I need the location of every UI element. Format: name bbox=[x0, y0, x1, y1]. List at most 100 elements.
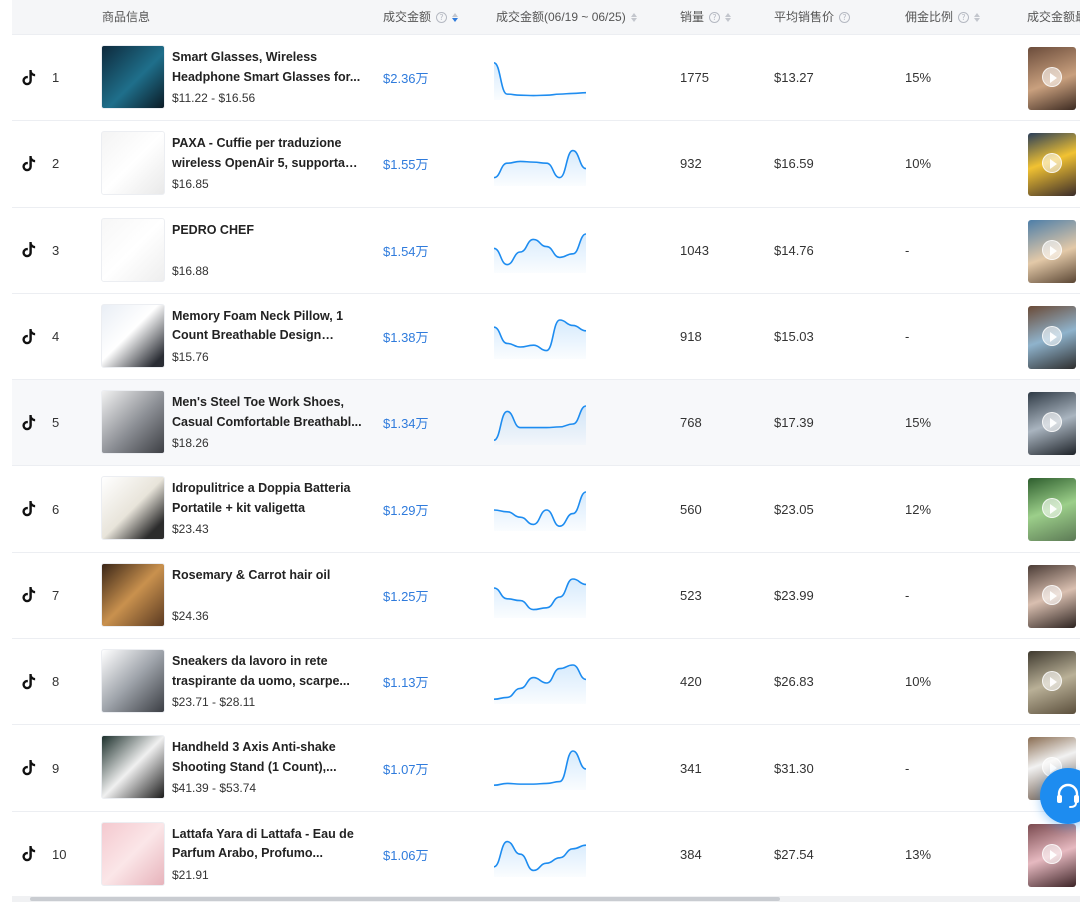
product-price-range: $16.88 bbox=[172, 263, 209, 278]
play-icon[interactable] bbox=[1042, 67, 1062, 87]
table-row[interactable]: 3 PEDRO CHEF $16.88 $1.54万 1043 $14.76 - bbox=[12, 207, 1080, 294]
sales-count: 384 bbox=[680, 846, 702, 862]
table-row[interactable]: 2 PAXA - Cuffie per traduzione wireless … bbox=[12, 121, 1080, 208]
avg-price: $16.59 bbox=[774, 156, 814, 172]
product-thumbnail[interactable] bbox=[101, 735, 165, 800]
header-top-video: 成交金额最 bbox=[1027, 10, 1080, 24]
product-thumbnail[interactable] bbox=[101, 649, 165, 714]
play-icon[interactable] bbox=[1042, 412, 1062, 433]
rank-number: 4 bbox=[52, 329, 60, 345]
trend-sparkline bbox=[494, 577, 586, 618]
header-avg-price: 平均销售价 ? bbox=[774, 0, 851, 35]
top-video-thumbnail[interactable] bbox=[1028, 133, 1076, 197]
top-video-thumbnail[interactable] bbox=[1028, 47, 1076, 110]
product-title[interactable]: Memory Foam Neck Pillow, 1 Count Breatha… bbox=[172, 307, 362, 346]
sales-amount: $1.13万 bbox=[383, 675, 429, 691]
play-icon[interactable] bbox=[1042, 153, 1062, 174]
sort-icon[interactable] bbox=[725, 13, 732, 22]
sales-count: 523 bbox=[680, 587, 702, 603]
horizontal-scrollbar[interactable] bbox=[12, 896, 1080, 902]
sales-amount: $1.29万 bbox=[383, 502, 429, 518]
product-thumbnail[interactable] bbox=[101, 476, 165, 541]
trend-sparkline bbox=[494, 232, 586, 273]
avg-price: $13.27 bbox=[774, 70, 814, 86]
product-price-range: $23.43 bbox=[172, 522, 209, 537]
play-icon[interactable] bbox=[1042, 843, 1062, 864]
top-video-thumbnail[interactable] bbox=[1028, 392, 1076, 456]
product-price-range: $11.22 - $16.56 bbox=[172, 91, 256, 105]
product-title[interactable]: Smart Glasses, Wireless Headphone Smart … bbox=[172, 48, 362, 87]
commission-rate: - bbox=[905, 329, 910, 345]
avg-price: $26.83 bbox=[774, 674, 814, 690]
table-row[interactable]: 1 Smart Glasses, Wireless Headphone Smar… bbox=[12, 35, 1080, 122]
customer-service-icon bbox=[1057, 783, 1079, 808]
table-row[interactable]: 8 Sneakers da lavoro in rete traspirante… bbox=[12, 639, 1080, 726]
sort-icon[interactable] bbox=[974, 13, 981, 22]
table-row[interactable]: 10 Lattafa Yara di Lattafa - Eau de Parf… bbox=[12, 811, 1080, 898]
table-row[interactable]: 5 Men's Steel Toe Work Shoes, Casual Com… bbox=[12, 380, 1080, 467]
top-video-thumbnail[interactable] bbox=[1028, 651, 1076, 715]
header-sales[interactable]: 销量 ? bbox=[680, 0, 732, 35]
tiktok-icon bbox=[22, 208, 36, 293]
top-video-thumbnail[interactable] bbox=[1028, 219, 1076, 283]
play-icon[interactable] bbox=[1042, 239, 1062, 260]
product-title[interactable]: Sneakers da lavoro in rete traspirante d… bbox=[172, 652, 362, 691]
table-header: 商品信息 成交金额 ? 成交金额(06/19 ~ 06/25) 销量 ? 平均销… bbox=[12, 0, 1080, 35]
product-thumbnail[interactable] bbox=[101, 217, 165, 282]
product-thumbnail[interactable] bbox=[101, 821, 165, 886]
sales-count: 341 bbox=[680, 760, 702, 776]
play-icon[interactable] bbox=[1042, 584, 1062, 605]
product-thumbnail[interactable] bbox=[101, 390, 165, 455]
top-video-thumbnail[interactable] bbox=[1028, 305, 1076, 369]
scrollbar-thumb[interactable] bbox=[30, 897, 780, 901]
trend-sparkline bbox=[494, 405, 586, 446]
rank-number: 2 bbox=[52, 156, 60, 172]
play-icon[interactable] bbox=[1042, 671, 1062, 692]
sales-amount: $1.34万 bbox=[383, 416, 429, 432]
product-info: PAXA - Cuffie per traduzione wireless Op… bbox=[172, 134, 362, 192]
product-thumbnail[interactable] bbox=[101, 303, 165, 368]
product-thumbnail[interactable] bbox=[101, 562, 165, 627]
sort-icon[interactable] bbox=[630, 13, 637, 22]
sales-amount: $1.06万 bbox=[383, 847, 429, 863]
tiktok-icon bbox=[22, 812, 36, 897]
product-price-range: $15.76 bbox=[172, 349, 209, 364]
product-title[interactable]: Rosemary & Carrot hair oil bbox=[172, 566, 362, 605]
header-trend[interactable]: 成交金额(06/19 ~ 06/25) bbox=[496, 0, 637, 35]
top-video-thumbnail[interactable] bbox=[1028, 478, 1076, 542]
question-circle-icon[interactable]: ? bbox=[839, 12, 851, 23]
product-title[interactable]: Lattafa Yara di Lattafa - Eau de Parfum … bbox=[172, 825, 362, 864]
play-icon[interactable] bbox=[1042, 325, 1062, 346]
sales-count: 420 bbox=[680, 674, 702, 690]
product-title[interactable]: Handheld 3 Axis Anti-shake Shooting Stan… bbox=[172, 738, 362, 777]
avg-price: $31.30 bbox=[774, 760, 814, 776]
tiktok-icon bbox=[22, 639, 36, 724]
header-amount[interactable]: 成交金额 ? bbox=[383, 0, 459, 35]
product-title[interactable]: PAXA - Cuffie per traduzione wireless Op… bbox=[172, 134, 362, 173]
table-row[interactable]: 9 Handheld 3 Axis Anti-shake Shooting St… bbox=[12, 725, 1080, 812]
header-commission[interactable]: 佣金比例 ? bbox=[905, 0, 981, 35]
table-row[interactable]: 6 Idropulitrice a Doppia Batteria Portat… bbox=[12, 466, 1080, 553]
product-title[interactable]: Idropulitrice a Doppia Batteria Portatil… bbox=[172, 479, 362, 518]
product-price-range: $23.71 - $28.11 bbox=[172, 695, 256, 710]
product-thumbnail[interactable] bbox=[101, 45, 165, 109]
rank-number: 6 bbox=[52, 501, 60, 517]
commission-rate: - bbox=[905, 242, 910, 258]
top-video-thumbnail[interactable] bbox=[1028, 564, 1076, 628]
product-info: Idropulitrice a Doppia Batteria Portatil… bbox=[172, 479, 362, 537]
product-title[interactable]: PEDRO CHEF bbox=[172, 221, 362, 260]
rank-number: 10 bbox=[52, 846, 67, 862]
table-body: 1 Smart Glasses, Wireless Headphone Smar… bbox=[12, 35, 1080, 898]
table-row[interactable]: 7 Rosemary & Carrot hair oil $24.36 $1.2… bbox=[12, 552, 1080, 640]
product-title[interactable]: Men's Steel Toe Work Shoes, Casual Comfo… bbox=[172, 393, 362, 432]
top-video-thumbnail[interactable] bbox=[1028, 823, 1076, 887]
question-circle-icon[interactable]: ? bbox=[709, 12, 721, 23]
question-circle-icon[interactable]: ? bbox=[436, 12, 448, 23]
question-circle-icon[interactable]: ? bbox=[958, 12, 970, 23]
commission-rate: - bbox=[905, 587, 910, 603]
sort-icon[interactable] bbox=[452, 13, 459, 22]
product-thumbnail[interactable] bbox=[101, 131, 165, 196]
play-icon[interactable] bbox=[1042, 498, 1062, 519]
commission-rate: 10% bbox=[905, 156, 932, 172]
table-row[interactable]: 4 Memory Foam Neck Pillow, 1 Count Breat… bbox=[12, 293, 1080, 381]
